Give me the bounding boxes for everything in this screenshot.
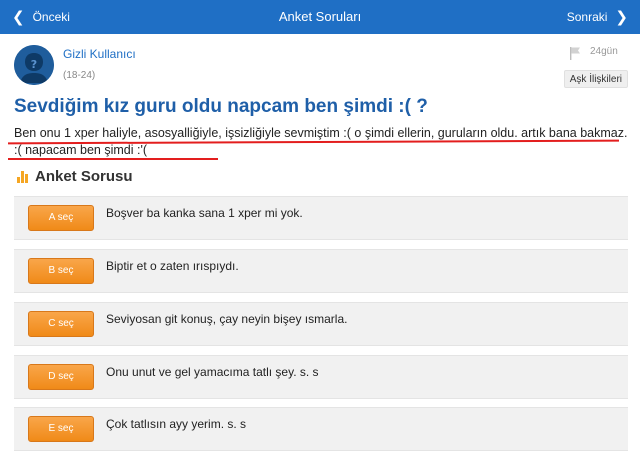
poll-chart-icon (17, 170, 29, 183)
svg-text:?: ? (31, 58, 37, 71)
post-time: 24gün (590, 46, 618, 57)
page-title: Anket Soruları (278, 9, 362, 24)
poll-option-b: B seç Biptir et o zaten ırıspıydı. (14, 249, 628, 293)
chevron-right-icon: ❯ (615, 9, 628, 26)
poll-option-d: D seç Onu unut ve gel yamacıma tatlı şey… (14, 355, 628, 399)
poll-option-text: Seviyosan git konuş, çay neyin bişey ısm… (106, 312, 348, 326)
question-title: Sevdiğim kız guru oldu napcam ben şimdi … (14, 96, 428, 117)
next-label: Sonraki (566, 10, 608, 24)
category-tag[interactable]: Aşk İlişkileri (563, 70, 628, 88)
select-b-button[interactable]: B seç (28, 258, 94, 284)
poll-heading-label: Anket Sorusu (35, 168, 133, 185)
flag-icon[interactable] (568, 46, 582, 60)
poll-option-e: E seç Çok tatlısın ayy yerim. s. s (14, 407, 628, 451)
top-nav-bar: ❮ Önceki Anket Soruları Sonraki ❯ (0, 0, 640, 34)
author-age-range: (18-24) (63, 70, 96, 81)
select-a-button[interactable]: A seç (28, 205, 94, 231)
red-annotation-line (8, 158, 218, 160)
avatar[interactable]: ? (14, 45, 54, 85)
anonymous-user-icon: ? (14, 45, 54, 85)
poll-heading: Anket Sorusu (17, 168, 133, 185)
poll-option-text: Boşver ba kanka sana 1 xper mi yok. (106, 206, 303, 220)
author-name[interactable]: Gizli Kullanıcı (63, 47, 136, 61)
poll-option-a: A seç Boşver ba kanka sana 1 xper mi yok… (14, 196, 628, 240)
poll-option-text: Çok tatlısın ayy yerim. s. s (106, 417, 247, 431)
select-d-button[interactable]: D seç (28, 364, 94, 390)
select-e-button[interactable]: E seç (28, 416, 94, 442)
poll-option-text: Biptir et o zaten ırıspıydı. (106, 259, 239, 273)
next-button[interactable]: Sonraki ❯ (567, 0, 628, 34)
select-c-button[interactable]: C seç (28, 311, 94, 337)
poll-option-text: Onu unut ve gel yamacıma tatlı şey. s. s (106, 365, 319, 379)
poll-option-c: C seç Seviyosan git konuş, çay neyin biş… (14, 302, 628, 346)
